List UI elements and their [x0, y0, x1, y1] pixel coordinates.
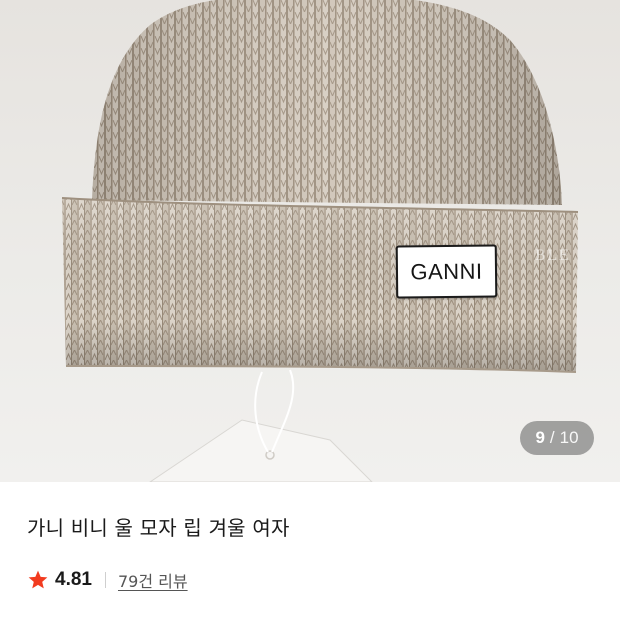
star-icon — [28, 570, 48, 589]
product-info: 가니 비니 울 모자 립 겨울 여자 4.81 79건 리뷰 — [0, 482, 620, 620]
image-counter-current: 9 — [535, 428, 545, 447]
beanie-photo — [61, 0, 579, 482]
product-title: 가니 비니 울 모자 립 겨울 여자 — [27, 516, 290, 540]
rating-value: 4.81 — [55, 569, 92, 590]
watermark: BLE — [535, 248, 571, 264]
rating-row: 4.81 79건 리뷰 — [27, 567, 188, 593]
brand-label-text: GANNI — [410, 258, 483, 284]
rating-divider — [104, 572, 106, 588]
image-counter-separator: / — [549, 428, 555, 447]
brand-label: GANNI — [395, 244, 498, 299]
image-counter: 9 / 10 — [520, 421, 594, 455]
product-image-gallery[interactable]: BLE GANNI 9 / 10 — [0, 0, 620, 482]
paper-tag — [149, 419, 373, 482]
image-counter-total: 10 — [559, 428, 579, 447]
review-count-link[interactable]: 79건 리뷰 — [118, 568, 188, 592]
